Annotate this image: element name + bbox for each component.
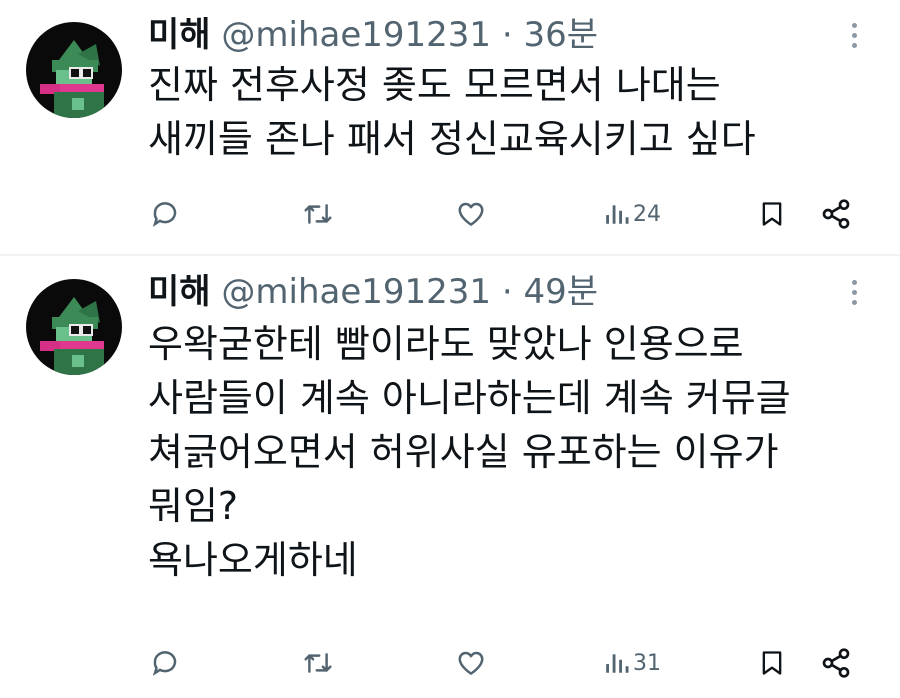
bookmark-icon bbox=[762, 202, 782, 226]
separator-dot: · bbox=[501, 15, 513, 55]
retweet-button[interactable] bbox=[302, 643, 334, 683]
share-button[interactable] bbox=[820, 643, 852, 683]
tweet-text-line: 쳐긁어오면서 허위사실 유포하는 이유가 bbox=[148, 430, 779, 474]
tweet-header: 미해 @mihae191231 · 36분 bbox=[148, 10, 598, 60]
tweet-text-line: 새끼들 존나 패서 정신교육시키고 싶다 bbox=[148, 117, 756, 161]
display-name[interactable]: 미해 bbox=[148, 15, 211, 55]
views-count: 31 bbox=[633, 650, 661, 676]
divider bbox=[0, 254, 900, 256]
tweet-text-line: 진짜 전후사정 좆도 모르면서 나대는 bbox=[148, 63, 721, 107]
retweet-button[interactable] bbox=[302, 194, 334, 234]
views-count: 24 bbox=[633, 201, 661, 227]
tweet-text-line: 욕나오게하네 bbox=[148, 538, 358, 582]
tweet-text-line: 우왁굳한테 빰이라도 맞았나 인용으로 bbox=[148, 322, 744, 366]
action-bar: 31 bbox=[0, 643, 900, 683]
tweet[interactable]: 미해 @mihae191231 · 49분 우왁굳한테 빰이라도 맞았나 인용으… bbox=[0, 257, 900, 698]
retweet-icon bbox=[304, 653, 332, 673]
share-icon bbox=[822, 648, 850, 678]
timestamp[interactable]: 36분 bbox=[523, 15, 598, 55]
bookmark-button[interactable] bbox=[758, 194, 786, 234]
reply-button[interactable] bbox=[150, 643, 180, 683]
reply-icon bbox=[152, 651, 177, 676]
display-name[interactable]: 미해 bbox=[148, 272, 211, 312]
bookmark-icon bbox=[762, 651, 782, 675]
like-button[interactable] bbox=[456, 194, 486, 234]
views-icon bbox=[606, 205, 629, 224]
bookmark-button[interactable] bbox=[758, 643, 786, 683]
tweet-text-line: 사람들이 계속 아니라하는데 계속 커뮤글 bbox=[148, 376, 791, 420]
user-handle[interactable]: @mihae191231 bbox=[221, 272, 491, 312]
more-icon[interactable] bbox=[846, 277, 862, 311]
like-button[interactable] bbox=[456, 643, 486, 683]
more-icon[interactable] bbox=[846, 20, 862, 54]
share-button[interactable] bbox=[820, 194, 852, 234]
retweet-icon bbox=[304, 204, 332, 224]
share-icon bbox=[822, 199, 850, 229]
avatar[interactable] bbox=[26, 279, 122, 375]
heart-icon bbox=[458, 651, 484, 675]
reply-button[interactable] bbox=[150, 194, 180, 234]
tweet-text: 우왁굳한테 빰이라도 맞았나 인용으로 사람들이 계속 아니라하는데 계속 커뮤… bbox=[148, 317, 878, 587]
tweet-text-line: 뭐임? bbox=[148, 484, 239, 528]
views-icon bbox=[606, 654, 629, 673]
tweet[interactable]: 미해 @mihae191231 · 36분 진짜 전후사정 좆도 모르면서 나대… bbox=[0, 0, 900, 255]
separator-dot: · bbox=[501, 272, 513, 312]
action-bar: 24 bbox=[0, 194, 900, 234]
tweet-header: 미해 @mihae191231 · 49분 bbox=[148, 267, 598, 317]
views-button[interactable]: 31 bbox=[604, 643, 661, 683]
timestamp[interactable]: 49분 bbox=[523, 272, 598, 312]
tweet-text: 진짜 전후사정 좆도 모르면서 나대는 새끼들 존나 패서 정신교육시키고 싶다 bbox=[148, 58, 878, 166]
avatar[interactable] bbox=[26, 22, 122, 118]
reply-icon bbox=[152, 202, 177, 227]
heart-icon bbox=[458, 202, 484, 226]
user-handle[interactable]: @mihae191231 bbox=[221, 15, 491, 55]
views-button[interactable]: 24 bbox=[604, 194, 661, 234]
